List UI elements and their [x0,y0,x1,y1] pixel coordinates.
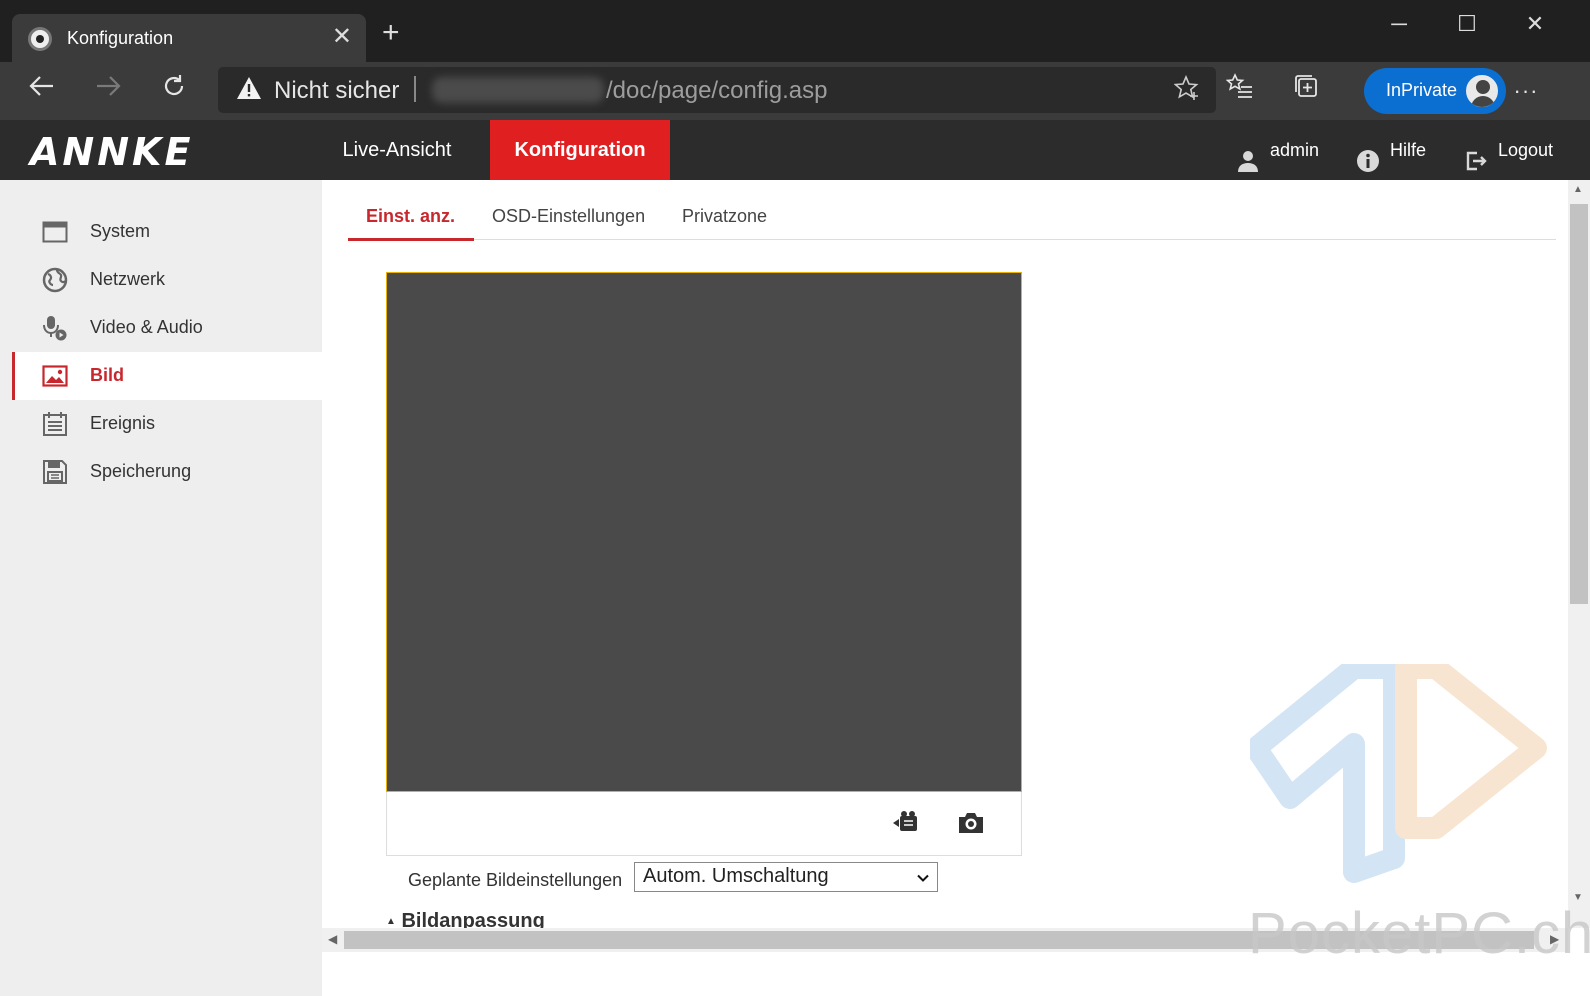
username-label: admin [1270,140,1320,160]
sidebar-item-label: Ereignis [90,413,156,433]
minimize-button[interactable]: ─ [1364,6,1434,46]
sidebar-item-label: Netzwerk [90,269,166,289]
warning-triangle-icon[interactable] [236,75,262,108]
back-arrow-icon[interactable] [20,70,64,114]
logout-icon [1464,137,1488,171]
sidebar-item-network[interactable]: Netzwerk [12,256,322,304]
scheduled-image-settings-label: Geplante Bildeinstellungen [408,870,623,890]
collapse-caret-icon: ▲ [386,916,396,928]
inprivate-profile-button[interactable]: InPrivate [1364,68,1506,114]
new-tab-button[interactable]: + [382,16,400,50]
snapshot-camera-icon[interactable] [957,810,985,836]
tab-display-settings[interactable]: Einst. anz. [366,206,455,227]
vertical-scrollbar[interactable]: ▲ ▼ [1568,180,1590,928]
globe-icon [42,267,68,293]
sidebar-item-image[interactable]: Bild [12,352,322,400]
browser-toolbar: Nicht sicher /doc/page/config.asp InPriv… [0,62,1590,120]
app-header: ANNKE Live-Ansicht Konfiguration admin H… [0,120,1590,180]
record-video-icon[interactable] [891,810,919,836]
more-menu-icon[interactable]: ··· [1504,70,1548,114]
address-bar[interactable]: Nicht sicher /doc/page/config.asp [218,67,1216,113]
window-icon [42,219,68,245]
subtab-bar: Einst. anz. OSD-Einstellungen Privatzone [348,196,1556,241]
sidebar-item-label: Bild [90,365,124,385]
config-sidebar: System Netzwerk Video & Audio Bild Ereig… [0,180,322,996]
browser-tab[interactable]: Konfiguration ✕ [12,14,366,62]
reload-icon[interactable] [152,70,196,114]
user-icon [1236,137,1260,173]
select-value: Autom. Umschaltung [643,865,829,887]
video-preview[interactable] [386,272,1022,792]
vertical-scroll-thumb[interactable] [1570,204,1588,604]
close-window-button[interactable]: ✕ [1500,6,1570,46]
site-favicon-icon [28,27,52,51]
tab-osd-settings[interactable]: OSD-Einstellungen [492,206,645,227]
help-label: Hilfe [1390,140,1427,160]
help-link[interactable]: Hilfe [1356,120,1426,180]
sidebar-item-label: Video & Audio [90,317,203,337]
logout-label: Logout [1498,140,1554,160]
annke-logo: ANNKE [30,130,194,174]
forward-arrow-icon[interactable] [86,70,130,114]
floppy-disk-icon [42,459,68,485]
scheduled-image-settings-select[interactable]: Autom. Umschaltung [634,862,938,892]
tab-title: Konfiguration [67,28,174,48]
sidebar-item-storage[interactable]: Speicherung [12,448,322,496]
sidebar-item-label: System [90,221,151,241]
maximize-button[interactable]: ☐ [1432,6,1502,46]
tab-privacy-zone[interactable]: Privatzone [682,206,767,227]
scroll-up-arrow-icon[interactable]: ▲ [1573,184,1583,195]
scroll-left-arrow-icon[interactable]: ◀ [328,932,337,946]
microphone-icon [42,315,68,341]
nav-live-view[interactable]: Live-Ansicht [318,120,476,180]
address-separator [414,76,416,102]
video-control-bar [386,792,1022,856]
collections-icon[interactable] [1284,70,1328,114]
watermark-logo [1245,657,1550,884]
calendar-icon [42,411,68,437]
inprivate-label: InPrivate [1386,80,1458,100]
browser-titlebar: Konfiguration ✕ + ─ ☐ ✕ [0,0,1590,62]
image-icon [42,363,68,389]
watermark-text: PocketPC.ch [1248,901,1590,966]
add-favorite-star-icon[interactable] [1173,74,1200,108]
chevron-down-icon [917,867,929,882]
blurred-host [432,77,604,103]
sidebar-item-video-audio[interactable]: Video & Audio [12,304,322,352]
user-menu[interactable]: admin [1236,120,1319,180]
nav-configuration[interactable]: Konfiguration [490,120,670,180]
active-tab-indicator [348,238,474,241]
url-path[interactable]: /doc/page/config.asp [606,77,828,105]
sidebar-item-system[interactable]: System [12,208,322,256]
sidebar-item-label: Speicherung [90,461,192,481]
favorites-list-icon[interactable] [1218,70,1262,114]
sidebar-item-event[interactable]: Ereignis [12,400,322,448]
logout-link[interactable]: Logout [1464,120,1553,180]
profile-avatar-icon [1464,73,1500,109]
security-warning-text[interactable]: Nicht sicher [274,77,399,105]
tab-close-icon[interactable]: ✕ [332,22,352,51]
info-icon [1356,137,1380,173]
